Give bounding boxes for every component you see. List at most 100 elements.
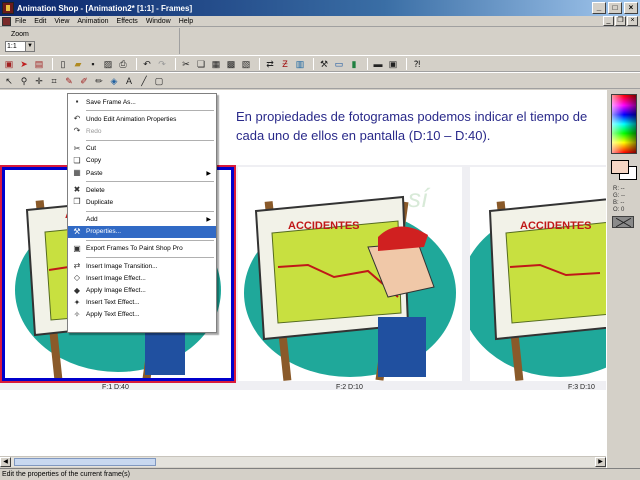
animation-wizard-icon[interactable]: ▤ <box>33 58 45 70</box>
frame-3-chart-title: ACCIDENTES <box>520 220 592 232</box>
frame-2-image: ACCIDENTES sí <box>244 183 456 381</box>
menu-item-label: Duplicate <box>86 198 114 206</box>
mover-tool-icon[interactable]: ✛ <box>33 75 45 87</box>
opacity-readout: O: 0 <box>613 207 625 213</box>
color-picker[interactable] <box>611 94 637 154</box>
menu-separator <box>86 210 214 212</box>
menu-item-delete[interactable]: ✖ Delete <box>68 184 216 196</box>
document-icon[interactable] <box>2 16 11 26</box>
text-effect-icon: ✦ <box>73 297 81 307</box>
menu-item-label: Paste <box>86 169 103 177</box>
transparent-swatch[interactable] <box>612 216 634 228</box>
menu-item-insert-text-effect[interactable]: ✦ Insert Text Effect... <box>68 297 216 309</box>
menu-item-apply-image-effect[interactable]: ◆ Apply Image Effect... <box>68 284 216 296</box>
menu-window[interactable]: Window <box>146 18 171 25</box>
cut-icon: ✂ <box>73 143 81 153</box>
menu-item-undo-edit-animation-properties[interactable]: ↶ Undo Edit Animation Properties <box>68 113 216 125</box>
print-icon[interactable]: ⎙ <box>117 58 129 70</box>
view-animation-icon[interactable]: ▭ <box>333 58 345 70</box>
fill-tool-icon[interactable]: ◈ <box>108 75 120 87</box>
doc-restore-button[interactable]: ❐ <box>615 16 626 26</box>
optimize-icon[interactable]: ▬ <box>372 58 384 70</box>
menu-item-add[interactable]: Add ▶ <box>68 214 216 226</box>
doc-close-button[interactable]: × <box>627 16 638 26</box>
menu-file[interactable]: File <box>15 18 26 25</box>
menu-item-save-frame-as[interactable]: ▪ Save Frame As... <box>68 96 216 108</box>
menu-item-duplicate[interactable]: ❐ Duplicate <box>68 196 216 208</box>
arrow-tool-icon[interactable]: ↖ <box>3 75 15 87</box>
maximize-button[interactable]: □ <box>608 2 622 14</box>
paintbrush-tool-icon[interactable]: ✐ <box>78 75 90 87</box>
tools-toolbar: ↖ ⚲ ✛ ⌗ ✎ ✐ ✏ ◈ A ╱ ▢ <box>0 72 640 89</box>
menu-item-insert-image-transition[interactable]: ⇄ Insert Image Transition... <box>68 260 216 272</box>
frame-2[interactable]: ACCIDENTES sí <box>238 167 462 381</box>
menu-item-export-frames-to-paint-shop-pro[interactable]: ▣ Export Frames To Paint Shop Pro <box>68 243 216 255</box>
cut-icon[interactable]: ✂ <box>180 58 192 70</box>
wizard-icon[interactable]: ▣ <box>3 58 15 70</box>
help-icon[interactable]: ⁈ <box>411 58 423 70</box>
menu-item-cut[interactable]: ✂ Cut <box>68 143 216 155</box>
image-effect-icon[interactable]: Ƶ <box>279 58 291 70</box>
doc-minimize-button[interactable]: _ <box>603 16 614 26</box>
menu-edit[interactable]: Edit <box>34 18 46 25</box>
save-as-icon[interactable]: ▨ <box>102 58 114 70</box>
menu-item-redo[interactable]: ↷ Redo <box>68 125 216 137</box>
undo-icon[interactable]: ↶ <box>141 58 153 70</box>
paste-after-icon[interactable]: ▩ <box>225 58 237 70</box>
text-effect-icon[interactable]: ▥ <box>294 58 306 70</box>
frame-3[interactable]: ACCIDENTES <box>470 167 606 381</box>
banner-wizard-icon[interactable]: ➤ <box>18 58 30 70</box>
preview-icon[interactable]: ▣ <box>387 58 399 70</box>
foreground-color-swatch[interactable] <box>611 160 629 174</box>
copy-icon[interactable]: ❏ <box>195 58 207 70</box>
menu-item-properties[interactable]: ⚒ Properties... <box>68 225 216 238</box>
open-icon[interactable]: ▰ <box>72 58 84 70</box>
scroll-right-button[interactable]: ▶ <box>595 457 606 467</box>
line-tool-icon[interactable]: ╱ <box>138 75 150 87</box>
chevron-down-icon[interactable]: ▼ <box>25 42 34 51</box>
toolbar-divider <box>259 57 260 70</box>
zoom-select[interactable]: 1:1 ▼ <box>5 41 35 52</box>
menu-item-copy[interactable]: ❏ Copy <box>68 155 216 167</box>
scroll-left-button[interactable]: ◀ <box>0 457 11 467</box>
menu-help[interactable]: Help <box>179 18 193 25</box>
menu-view[interactable]: View <box>54 18 69 25</box>
paste-before-icon[interactable]: ▧ <box>240 58 252 70</box>
properties-icon[interactable]: ⚒ <box>318 58 330 70</box>
scroll-thumb[interactable] <box>14 458 156 466</box>
zoom-toolbar: Zoom 1:1 ▼ <box>0 28 180 54</box>
save-icon[interactable]: ▪ <box>87 58 99 70</box>
menu-bar: File Edit View Animation Effects Window … <box>0 16 640 27</box>
menu-item-label: Apply Image Effect... <box>86 287 146 295</box>
rectangle-tool-icon[interactable]: ▢ <box>153 75 165 87</box>
menu-item-label: Insert Image Transition... <box>86 262 158 270</box>
menu-item-label: Export Frames To Paint Shop Pro <box>86 245 183 253</box>
redo-icon[interactable]: ↷ <box>156 58 168 70</box>
new-icon[interactable]: ▯ <box>57 58 69 70</box>
app-icon[interactable] <box>2 2 14 14</box>
crop-tool-icon[interactable]: ⌗ <box>48 75 60 87</box>
eraser-tool-icon[interactable]: ✏ <box>93 75 105 87</box>
blue-readout: B: -- <box>613 200 625 206</box>
horizontal-scrollbar[interactable]: ◀ ▶ <box>0 456 606 467</box>
zoom-tool-icon[interactable]: ⚲ <box>18 75 30 87</box>
menu-item-apply-text-effect[interactable]: ✧ Apply Text Effect... <box>68 309 216 321</box>
properties-icon: ⚒ <box>73 226 81 236</box>
paste-icon[interactable]: ▦ <box>210 58 222 70</box>
menu-item-insert-image-effect[interactable]: ◇ Insert Image Effect... <box>68 272 216 284</box>
menu-effects[interactable]: Effects <box>117 18 138 25</box>
menu-item-label: Cut <box>86 145 97 153</box>
minimize-button[interactable]: _ <box>592 2 606 14</box>
menu-item-label: Copy <box>86 157 102 165</box>
image-effect-icon: ◇ <box>73 273 81 283</box>
menu-item-paste[interactable]: ▦ Paste ▶ <box>68 167 216 179</box>
close-button[interactable]: × <box>624 2 638 14</box>
text-tool-icon[interactable]: A <box>123 75 135 87</box>
dropper-tool-icon[interactable]: ✎ <box>63 75 75 87</box>
menu-item-label: Insert Image Effect... <box>86 274 146 282</box>
menu-separator <box>86 181 214 183</box>
menu-animation[interactable]: Animation <box>77 18 108 25</box>
transition-icon: ⇄ <box>73 261 81 271</box>
frame-strip-icon[interactable]: ▮ <box>348 58 360 70</box>
transition-icon[interactable]: ⇄ <box>264 58 276 70</box>
